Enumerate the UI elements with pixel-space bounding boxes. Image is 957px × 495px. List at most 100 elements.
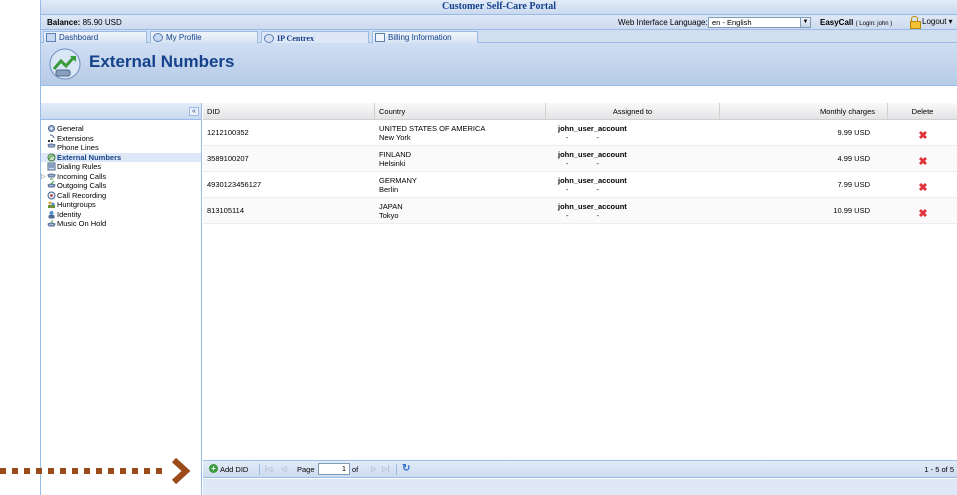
- lock-icon: [909, 16, 921, 29]
- tab-bar: Dashboard My Profile IP Centrex Billing …: [41, 30, 957, 44]
- assigned-dash: -: [566, 159, 597, 168]
- assigned-cell: john_user_account --: [546, 172, 720, 197]
- sidebar-item-huntgroups[interactable]: Huntgroups: [41, 200, 201, 210]
- user-info: EasyCall ( Login: john ): [820, 18, 892, 27]
- sidebar-item-call-recording[interactable]: Call Recording: [41, 191, 201, 201]
- next-page-icon[interactable]: ▷: [371, 465, 376, 473]
- identity-icon: [48, 210, 55, 218]
- page-number-input[interactable]: 1: [318, 463, 350, 475]
- column-header-assigned-to[interactable]: Assigned to: [546, 103, 720, 119]
- country-name: GERMANY: [379, 176, 417, 185]
- sidebar-header: «: [41, 103, 201, 120]
- tab-label: Dashboard: [59, 33, 99, 42]
- sidebar-item-phone-lines[interactable]: Phone Lines: [41, 143, 201, 153]
- sidebar-item-extensions[interactable]: Extensions: [41, 134, 201, 144]
- extensions-icon: [48, 134, 55, 142]
- charges-cell: 10.99 USD: [833, 206, 870, 215]
- table-row[interactable]: 4930123456127 GERMANY Berlin john_user_a…: [203, 172, 957, 198]
- logout-label: Logout: [922, 17, 947, 26]
- portal-title: Customer Self-Care Portal: [441, 1, 557, 12]
- country-cell: JAPAN Tokyo: [375, 198, 546, 223]
- billing-icon: [375, 33, 385, 42]
- dashboard-icon: [46, 33, 56, 42]
- gear-icon: [48, 125, 55, 132]
- sidebar-item-general[interactable]: General: [41, 124, 201, 134]
- sidebar-item-identity[interactable]: Identity: [41, 210, 201, 220]
- sidebar-item-label: Outgoing Calls: [57, 181, 107, 190]
- add-icon[interactable]: +: [209, 464, 218, 473]
- tab-billing-information[interactable]: Billing Information: [372, 31, 478, 43]
- language-value: en - English: [712, 18, 752, 27]
- city-name: New York: [379, 133, 411, 142]
- grid-header: DID Country Assigned to Monthly charges …: [203, 103, 957, 120]
- of-label: of: [352, 465, 359, 474]
- external-numbers-icon: [49, 48, 81, 80]
- table-row[interactable]: 3589100207 FINLAND Helsinki john_user_ac…: [203, 146, 957, 172]
- chevron-down-icon[interactable]: ▼: [800, 17, 811, 28]
- login-text: ( Login: john ): [855, 21, 893, 27]
- sidebar-item-label: Incoming Calls: [57, 171, 107, 181]
- refresh-icon[interactable]: ↻: [402, 463, 410, 474]
- column-header-did[interactable]: DID: [203, 103, 375, 119]
- did-cell: 4930123456127: [207, 180, 262, 189]
- column-header-monthly-charges[interactable]: Monthly charges: [720, 103, 888, 119]
- tab-my-profile[interactable]: My Profile: [150, 31, 258, 43]
- collapse-sidebar-button[interactable]: «: [189, 107, 199, 116]
- last-page-icon[interactable]: ▷|: [382, 465, 389, 473]
- portal-window: Customer Self-Care Portal Balance: 85.90…: [40, 0, 957, 495]
- delete-cell: ✖: [888, 120, 957, 145]
- sidebar-item-label: Dialing Rules: [57, 162, 102, 171]
- record-count: 1 - 5 of 5: [924, 465, 954, 474]
- assigned-dash: -: [596, 185, 627, 194]
- call-recording-icon: [47, 191, 56, 199]
- assigned-dash: -: [596, 133, 627, 142]
- delete-cell: ✖: [888, 198, 957, 223]
- did-cell: 1212100352: [207, 128, 249, 137]
- logout-button[interactable]: Logout ▾: [909, 16, 953, 29]
- sidebar-item-label: Call Recording: [57, 190, 107, 200]
- sidebar-item-dialing-rules[interactable]: Dialing Rules: [41, 162, 201, 172]
- music-on-hold-icon: [47, 220, 56, 227]
- huntgroups-icon: [48, 201, 55, 208]
- dropdown-arrow-icon: ▾: [948, 17, 953, 26]
- assigned-dash: -: [566, 133, 597, 142]
- sidebar-item-outgoing-calls[interactable]: Outgoing Calls: [41, 181, 201, 191]
- column-header-delete: Delete: [888, 103, 957, 119]
- table-row[interactable]: 813105114 JAPAN Tokyo john_user_account …: [203, 198, 957, 224]
- callout-dotted-line: [0, 468, 165, 474]
- column-header-country[interactable]: Country: [375, 103, 546, 119]
- language-select[interactable]: en - English ▼: [708, 17, 811, 28]
- phone-icon: [47, 143, 56, 148]
- table-row[interactable]: 1212100352 UNITED STATES OF AMERICA New …: [203, 120, 957, 146]
- delete-icon[interactable]: ✖: [918, 129, 927, 142]
- sidebar-item-label: Phone Lines: [57, 143, 99, 152]
- delete-icon[interactable]: ✖: [918, 207, 927, 220]
- country-cell: FINLAND Helsinki: [375, 146, 546, 171]
- tab-label: IP Centrex: [277, 33, 314, 43]
- tab-dashboard[interactable]: Dashboard: [43, 31, 147, 43]
- delete-icon[interactable]: ✖: [918, 181, 927, 194]
- sidebar-item-music-on-hold[interactable]: Music On Hold: [41, 219, 201, 229]
- delete-icon[interactable]: ✖: [918, 155, 927, 168]
- prev-page-icon[interactable]: ◁: [281, 465, 286, 473]
- add-did-button[interactable]: Add DID: [220, 465, 248, 474]
- sidebar-nav: General Extensions Phone Lines External …: [41, 120, 201, 229]
- assigned-account: john_user_account: [558, 202, 627, 211]
- first-page-icon[interactable]: |◁: [265, 465, 272, 473]
- assigned-dash: -: [566, 185, 597, 194]
- did-cell: 3589100207: [207, 154, 249, 163]
- bottom-strip: [203, 479, 957, 495]
- charges-cell: 7.99 USD: [837, 180, 870, 189]
- assigned-dash: -: [596, 211, 627, 220]
- external-numbers-icon: [47, 153, 56, 161]
- sidebar-item-label: Huntgroups: [57, 200, 96, 209]
- sidebar-item-external-numbers[interactable]: External Numbers: [41, 152, 201, 162]
- toolbar-separator: [259, 464, 260, 475]
- sidebar-item-incoming-calls[interactable]: ▷ Incoming Calls: [41, 172, 201, 182]
- assigned-cell: john_user_account --: [546, 120, 720, 145]
- balance: Balance: 85.90 USD: [47, 18, 122, 27]
- city-name: Helsinki: [379, 159, 406, 168]
- country-name: UNITED STATES OF AMERICA: [379, 124, 486, 133]
- sidebar-item-label: External Numbers: [57, 152, 122, 162]
- country-name: FINLAND: [379, 150, 412, 159]
